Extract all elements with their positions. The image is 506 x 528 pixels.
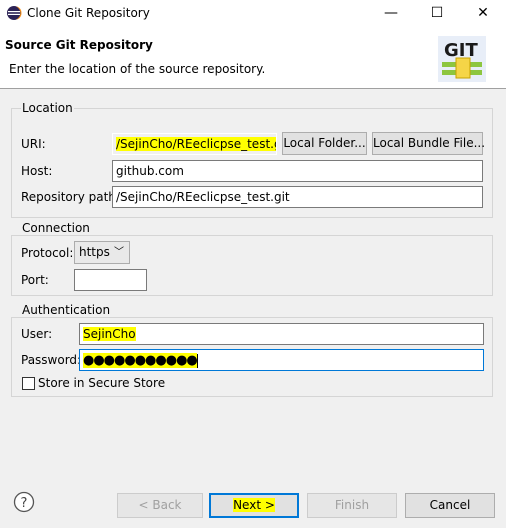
protocol-select[interactable]: https ﹀ <box>74 241 130 264</box>
cancel-button[interactable]: Cancel <box>405 493 495 518</box>
local-bundle-file-button[interactable]: Local Bundle File... <box>372 132 485 155</box>
protocol-label: Protocol: <box>21 246 74 260</box>
next-button-label: Next > <box>233 498 275 512</box>
wizard-banner: Source Git Repository Enter the location… <box>0 26 506 89</box>
password-input[interactable]: ●●●●●●●●●●● <box>79 349 484 371</box>
user-input[interactable]: SejinCho <box>79 323 484 345</box>
svg-text:?: ? <box>21 496 28 511</box>
text-cursor <box>196 353 198 368</box>
repository-path-input[interactable]: /SejinCho/REeclicpse_test.git <box>112 186 483 208</box>
secure-store-checkbox[interactable] <box>22 377 35 390</box>
user-value: SejinCho <box>83 327 136 341</box>
footer-separator <box>0 477 506 478</box>
maximize-button[interactable]: ☐ <box>414 0 460 26</box>
connection-group-title: Connection <box>21 221 91 235</box>
local-folder-button[interactable]: Local Folder... <box>282 132 367 155</box>
chevron-down-icon: ﹀ <box>114 247 124 258</box>
uri-value: /SejinCho/REeclicpse_test.git <box>116 137 276 151</box>
port-input[interactable] <box>74 269 147 291</box>
page-title: Source Git Repository <box>5 38 153 52</box>
page-description: Enter the location of the source reposit… <box>9 62 266 76</box>
host-label: Host: <box>21 164 53 178</box>
secure-store-label[interactable]: Store in Secure Store <box>38 376 165 390</box>
port-label: Port: <box>21 273 49 287</box>
next-button[interactable]: Next > <box>209 493 299 518</box>
repository-path-label: Repository path: <box>21 190 120 204</box>
authentication-group-title: Authentication <box>21 303 112 317</box>
eclipse-icon <box>7 6 22 20</box>
password-value: ●●●●●●●●●●● <box>83 353 198 368</box>
uri-label: URI: <box>21 137 46 151</box>
title-bar: Clone Git Repository — ☐ ✕ <box>0 0 506 26</box>
close-button[interactable]: ✕ <box>460 0 506 26</box>
git-logo-icon: GIT <box>438 36 486 82</box>
protocol-value: https <box>79 245 110 259</box>
finish-button[interactable]: Finish <box>307 493 397 518</box>
host-input[interactable]: github.com <box>112 160 483 182</box>
wizard-content: Location URI: /SejinCho/REeclicpse_test.… <box>0 90 506 477</box>
uri-input[interactable]: /SejinCho/REeclicpse_test.git <box>112 133 277 155</box>
window-title: Clone Git Repository <box>27 6 150 20</box>
location-group-title: Location <box>21 101 74 115</box>
password-label: Password: <box>21 353 82 367</box>
help-icon[interactable]: ? <box>13 491 35 513</box>
user-label: User: <box>21 327 53 341</box>
minimize-button[interactable]: — <box>368 0 414 26</box>
back-button[interactable]: < Back <box>117 493 203 518</box>
